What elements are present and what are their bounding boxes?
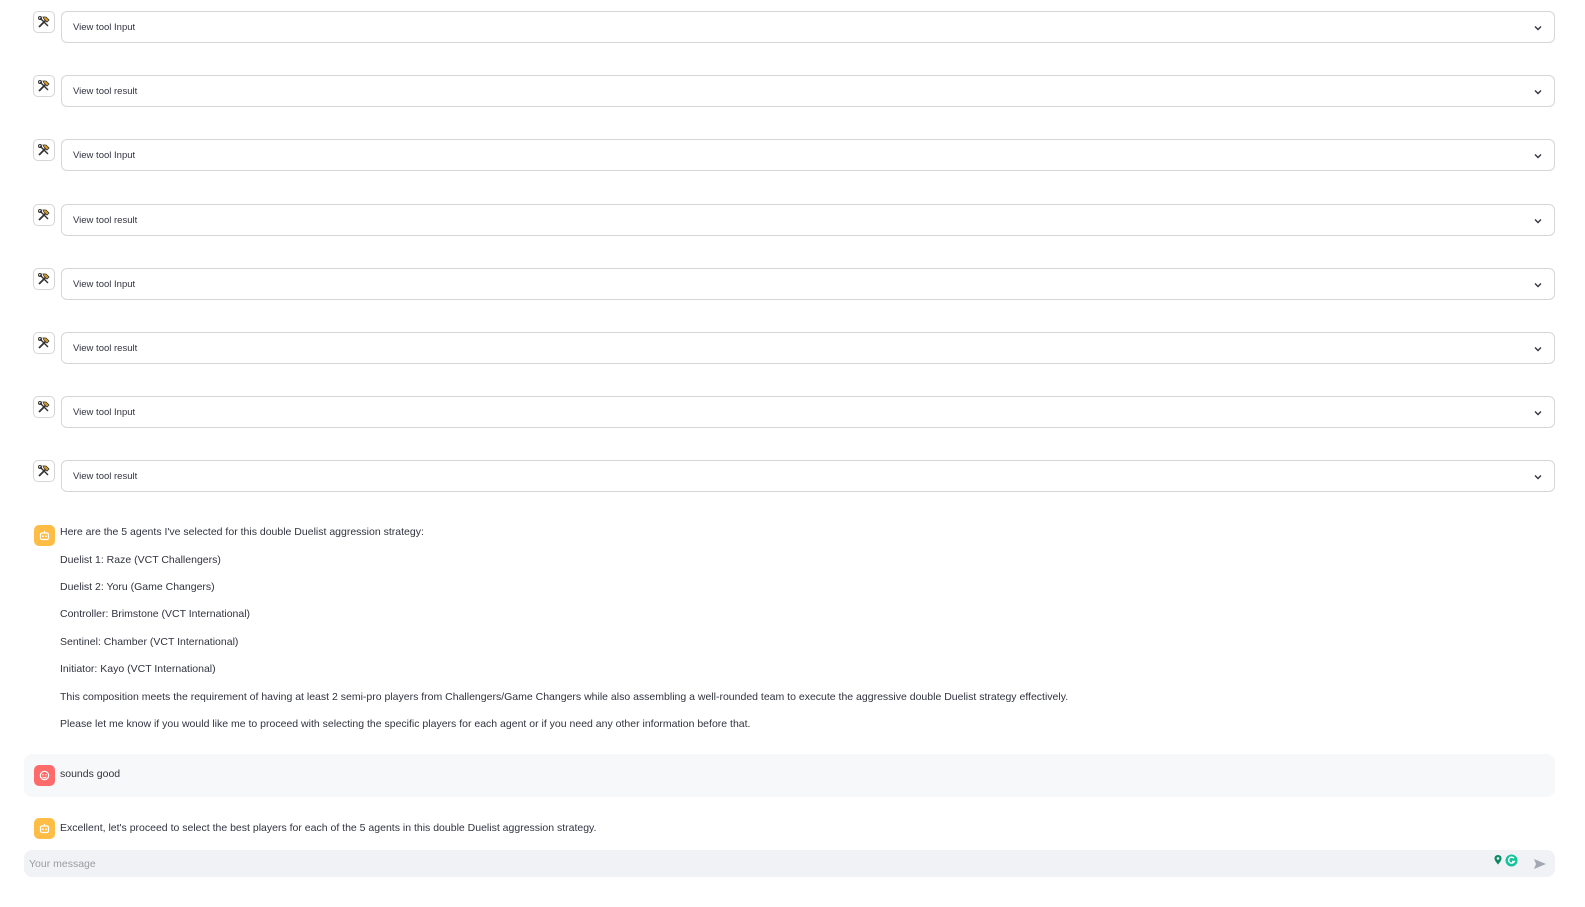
assistant-message-line: Duelist 2: Yoru (Game Changers) bbox=[60, 581, 215, 593]
chevron-down-icon bbox=[1534, 154, 1542, 159]
tool-input-expander[interactable]: View tool Input bbox=[61, 11, 1555, 43]
tool-result-expander[interactable]: View tool result bbox=[61, 204, 1555, 236]
tool-call-row: View tool result bbox=[33, 332, 1577, 366]
hammer-wrench-icon bbox=[33, 11, 55, 33]
chat-message-input[interactable] bbox=[29, 850, 1469, 877]
chat-input-container bbox=[24, 850, 1555, 877]
assistant-message-line: This composition meets the requirement o… bbox=[60, 691, 1069, 703]
bot-avatar-icon bbox=[34, 525, 55, 546]
assistant-message-line: Controller: Brimstone (VCT International… bbox=[60, 608, 251, 620]
location-pin-icon[interactable] bbox=[1493, 854, 1503, 866]
expander-label: View tool result bbox=[73, 470, 138, 482]
extension-icons bbox=[1493, 853, 1518, 867]
expander-label: View tool Input bbox=[73, 21, 136, 33]
hammer-wrench-icon bbox=[33, 139, 55, 161]
hammer-wrench-icon bbox=[33, 204, 55, 226]
chevron-down-icon bbox=[1534, 219, 1542, 224]
expander-label: View tool result bbox=[73, 214, 138, 226]
user-avatar-icon bbox=[34, 765, 55, 786]
tool-call-row: View tool result bbox=[33, 460, 1577, 494]
expander-label: View tool result bbox=[73, 85, 138, 97]
tool-call-row: View tool Input bbox=[33, 11, 1577, 45]
chevron-down-icon bbox=[1534, 283, 1542, 288]
chevron-down-icon bbox=[1534, 347, 1542, 352]
tool-call-row: View tool Input bbox=[33, 268, 1577, 302]
chevron-down-icon bbox=[1534, 411, 1542, 416]
hammer-wrench-icon bbox=[33, 460, 55, 482]
assistant-message-text: Excellent, let's proceed to select the b… bbox=[60, 822, 597, 834]
bot-avatar-icon bbox=[34, 818, 55, 839]
tool-result-expander[interactable]: View tool result bbox=[61, 75, 1555, 107]
expander-label: View tool Input bbox=[73, 278, 136, 290]
assistant-message-line: Sentinel: Chamber (VCT International) bbox=[60, 636, 239, 648]
chevron-down-icon bbox=[1534, 26, 1542, 31]
expander-label: View tool Input bbox=[73, 149, 136, 161]
hammer-wrench-icon bbox=[33, 268, 55, 290]
tool-call-row: View tool result bbox=[33, 75, 1577, 109]
tool-result-expander[interactable]: View tool result bbox=[61, 460, 1555, 492]
tool-input-expander[interactable]: View tool Input bbox=[61, 396, 1555, 428]
tool-input-expander[interactable]: View tool Input bbox=[61, 139, 1555, 171]
expander-label: View tool result bbox=[73, 342, 138, 354]
hammer-wrench-icon bbox=[33, 75, 55, 97]
user-message-text: sounds good bbox=[60, 768, 121, 780]
send-icon[interactable] bbox=[1532, 856, 1548, 872]
tool-call-row: View tool Input bbox=[33, 396, 1577, 430]
tool-result-expander[interactable]: View tool result bbox=[61, 332, 1555, 364]
hammer-wrench-icon bbox=[33, 396, 55, 418]
tool-input-expander[interactable]: View tool Input bbox=[61, 268, 1555, 300]
chevron-down-icon bbox=[1534, 90, 1542, 95]
assistant-message-line: Duelist 1: Raze (VCT Challengers) bbox=[60, 554, 221, 566]
assistant-message-line: Initiator: Kayo (VCT International) bbox=[60, 663, 216, 675]
assistant-message-line: Please let me know if you would like me … bbox=[60, 718, 751, 730]
tool-call-row: View tool Input bbox=[33, 139, 1577, 173]
expander-label: View tool Input bbox=[73, 406, 136, 418]
hammer-wrench-icon bbox=[33, 332, 55, 354]
grammarly-icon[interactable] bbox=[1505, 854, 1518, 867]
tool-call-row: View tool result bbox=[33, 204, 1577, 238]
user-message-bubble bbox=[24, 754, 1555, 797]
assistant-message-intro: Here are the 5 agents I've selected for … bbox=[60, 526, 424, 538]
chevron-down-icon bbox=[1534, 475, 1542, 480]
